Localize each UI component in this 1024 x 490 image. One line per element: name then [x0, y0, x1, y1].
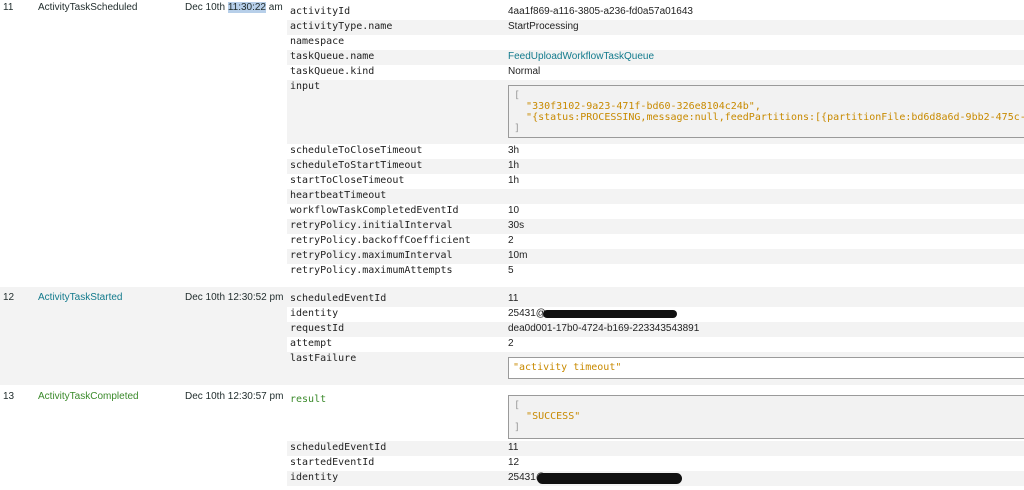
detail-row: retryPolicy.backoffCoefficient 2: [287, 234, 1024, 249]
detail-key: identity: [290, 308, 339, 319]
detail-row: scheduledEventId 11: [287, 292, 1024, 307]
json-bracket: ]: [514, 422, 521, 433]
detail-row: retryPolicy.maximumAttempts 5: [287, 264, 1024, 279]
detail-row: workflowTaskCompletedEventId 10: [287, 204, 1024, 219]
detail-value: 1h: [508, 160, 520, 171]
detail-key: activityId: [290, 6, 351, 17]
detail-key: taskQueue.name: [290, 51, 375, 62]
event-type[interactable]: ActivityTaskCompleted: [38, 391, 139, 402]
detail-key: scheduledEventId: [290, 293, 387, 304]
json-string: "{status:PROCESSING,message:null,feedPar…: [526, 112, 1024, 123]
detail-row: scheduleToStartTimeout 1h: [287, 159, 1024, 174]
detail-value: 12: [508, 457, 520, 468]
event-type[interactable]: ActivityTaskScheduled: [38, 2, 138, 13]
detail-value: 1h: [508, 175, 520, 186]
detail-row: activityId 4aa1f869-a116-3805-a236-fd0a5…: [287, 5, 1024, 20]
detail-key: retryPolicy.backoffCoefficient: [290, 235, 471, 246]
json-bracket: [: [514, 90, 521, 101]
detail-key: input: [290, 81, 321, 92]
event-id: 11: [3, 2, 14, 13]
last-failure-block[interactable]: "activity timeout": [508, 357, 1024, 379]
detail-key: requestId: [290, 323, 345, 334]
detail-value: 10m: [508, 250, 528, 261]
detail-row: startedEventId 12: [287, 456, 1024, 471]
event-row-11: 11 ActivityTaskScheduled Dec 10th 11:30:…: [0, 0, 1024, 285]
json-bracket: ]: [514, 123, 521, 134]
detail-row: identity 25431@: [287, 307, 1024, 322]
detail-row: retryPolicy.maximumInterval 10m: [287, 249, 1024, 264]
detail-value: Normal: [508, 66, 541, 77]
detail-key: retryPolicy.maximumAttempts: [290, 265, 453, 276]
event-time: Dec 10th 12:30:57 pm: [185, 391, 284, 402]
detail-key: retryPolicy.initialInterval: [290, 220, 453, 231]
detail-key: retryPolicy.maximumInterval: [290, 250, 453, 261]
detail-value: 3h: [508, 145, 520, 156]
event-id: 13: [3, 391, 15, 402]
event-details: scheduledEventId 11 identity 25431@ requ…: [287, 292, 1024, 382]
detail-key: result: [290, 394, 327, 405]
detail-key: startedEventId: [290, 457, 375, 468]
event-type[interactable]: ActivityTaskStarted: [38, 292, 122, 303]
detail-key: activityType.name: [290, 21, 393, 32]
event-row-12: 12 ActivityTaskStarted Dec 10th 12:30:52…: [0, 287, 1024, 385]
detail-value: 2: [508, 338, 514, 349]
detail-key: startToCloseTimeout: [290, 175, 405, 186]
detail-value: dea0d001-17b0-4724-b169-223343543891: [508, 323, 700, 334]
detail-key: lastFailure: [290, 353, 357, 364]
detail-key: scheduleToStartTimeout: [290, 160, 423, 171]
detail-value: 5: [508, 265, 514, 276]
detail-row: identity 25431@: [287, 471, 1024, 486]
event-id: 12: [3, 292, 15, 303]
detail-value: 30s: [508, 220, 525, 231]
detail-row-result: result [ "SUCCESS" ]: [287, 393, 1024, 441]
detail-row: scheduledEventId 11: [287, 441, 1024, 456]
detail-row: taskQueue.kind Normal: [287, 65, 1024, 80]
redaction-mark: [537, 473, 682, 484]
detail-row: heartbeatTimeout: [287, 189, 1024, 204]
detail-key: taskQueue.kind: [290, 66, 375, 77]
detail-value: 10: [508, 205, 520, 216]
json-string: "activity timeout": [513, 362, 622, 373]
input-json-block[interactable]: [ "330f3102-9a23-471f-bd60-326e8104c24b"…: [508, 85, 1024, 138]
detail-row: taskQueue.name FeedUploadWorkflowTaskQue…: [287, 50, 1024, 65]
detail-row: namespace: [287, 35, 1024, 50]
detail-value: 2: [508, 235, 514, 246]
event-time: Dec 10th 11:30:22 am: [185, 2, 283, 13]
detail-key: heartbeatTimeout: [290, 190, 387, 201]
detail-row-input: input [ "330f3102-9a23-471f-bd60-326e810…: [287, 80, 1024, 144]
event-details: activityId 4aa1f869-a116-3805-a236-fd0a5…: [287, 5, 1024, 285]
detail-row: scheduleToCloseTimeout 3h: [287, 144, 1024, 159]
json-string: "330f3102-9a23-471f-bd60-326e8104c24b",: [526, 101, 761, 112]
detail-row: startToCloseTimeout 1h: [287, 174, 1024, 189]
detail-key: identity: [290, 472, 339, 483]
detail-row: attempt 2: [287, 337, 1024, 352]
detail-row-last-failure: lastFailure "activity timeout": [287, 352, 1024, 382]
selected-text: 11:30:22: [227, 2, 266, 13]
event-time: Dec 10th 12:30:52 pm: [185, 292, 284, 303]
detail-value: StartProcessing: [508, 21, 579, 32]
detail-row: requestId dea0d001-17b0-4724-b169-223343…: [287, 322, 1024, 337]
detail-key: scheduleToCloseTimeout: [290, 145, 423, 156]
task-queue-link[interactable]: FeedUploadWorkflowTaskQueue: [508, 51, 654, 62]
detail-key: scheduledEventId: [290, 442, 387, 453]
detail-value: 11: [508, 442, 519, 453]
detail-value: 25431@: [508, 308, 546, 319]
json-string: "SUCCESS": [526, 411, 581, 422]
result-json-block[interactable]: [ "SUCCESS" ]: [508, 395, 1024, 439]
detail-value: 11: [508, 293, 519, 304]
detail-row: retryPolicy.initialInterval 30s: [287, 219, 1024, 234]
json-bracket: [: [514, 400, 521, 411]
detail-value: 4aa1f869-a116-3805-a236-fd0a57a01643: [508, 6, 693, 17]
detail-key: namespace: [290, 36, 345, 47]
detail-row: activityType.name StartProcessing: [287, 20, 1024, 35]
detail-key: workflowTaskCompletedEventId: [290, 205, 459, 216]
event-details: result [ "SUCCESS" ] scheduledEventId 11…: [287, 393, 1024, 490]
redaction-mark: [543, 310, 677, 318]
event-row-13: 13 ActivityTaskCompleted Dec 10th 12:30:…: [0, 385, 1024, 490]
detail-key: attempt: [290, 338, 333, 349]
